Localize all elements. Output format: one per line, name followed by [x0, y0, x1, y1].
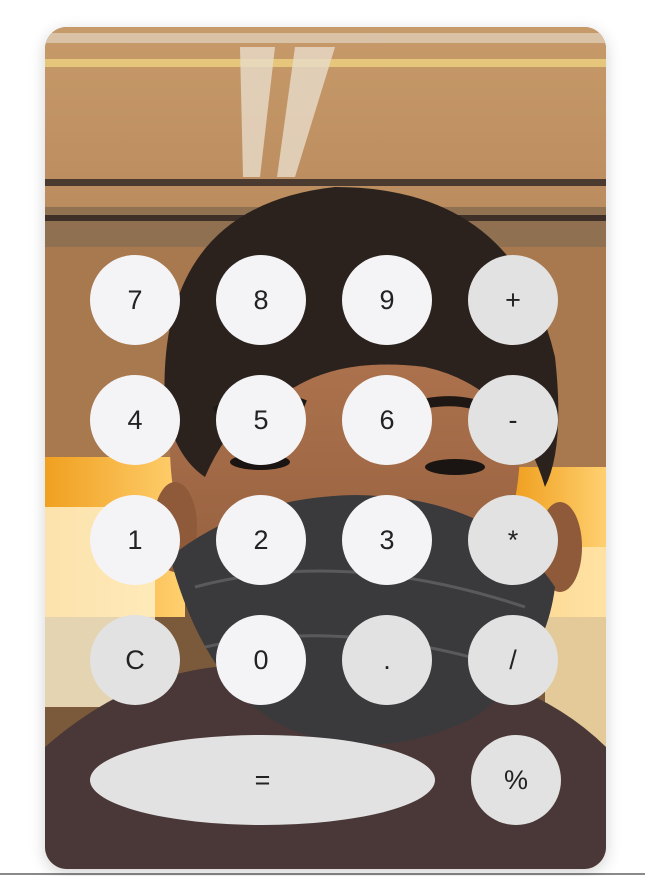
- key-9[interactable]: 9: [342, 255, 432, 345]
- key-7[interactable]: 7: [90, 255, 180, 345]
- key-2[interactable]: 2: [216, 495, 306, 585]
- key-1[interactable]: 1: [90, 495, 180, 585]
- key-equals[interactable]: =: [90, 735, 435, 825]
- key-3[interactable]: 3: [342, 495, 432, 585]
- key-multiply[interactable]: *: [468, 495, 558, 585]
- key-5[interactable]: 5: [216, 375, 306, 465]
- key-8[interactable]: 8: [216, 255, 306, 345]
- key-percent[interactable]: %: [471, 735, 561, 825]
- key-clear[interactable]: C: [90, 615, 180, 705]
- key-decimal[interactable]: .: [342, 615, 432, 705]
- calculator-card: 7 8 9 + 4 5 6 - 1 2 3 * C 0 . / = %: [45, 27, 606, 869]
- page-divider: [0, 873, 645, 875]
- key-6[interactable]: 6: [342, 375, 432, 465]
- key-divide[interactable]: /: [468, 615, 558, 705]
- key-0[interactable]: 0: [216, 615, 306, 705]
- key-4[interactable]: 4: [90, 375, 180, 465]
- key-minus[interactable]: -: [468, 375, 558, 465]
- key-plus[interactable]: +: [468, 255, 558, 345]
